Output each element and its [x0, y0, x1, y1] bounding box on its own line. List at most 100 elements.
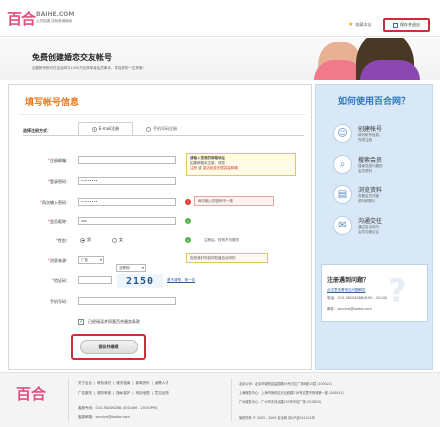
save-continue-label: 保存并继续 — [79, 340, 138, 354]
faq-link[interactable]: 点这里查看常见问题解答 — [327, 288, 366, 293]
confirm-error-tip: 两次输入的密码不一致 — [194, 196, 274, 206]
question-mark-icon: ? — [388, 272, 407, 310]
check-icon: ✓ — [185, 218, 191, 224]
sidebar-item-desc: 完成注册 — [358, 138, 372, 142]
footer-links-row2: 广告服务 | 服务条款 | 隐私保护 | 网站地图 | 意见反馈 — [78, 391, 169, 396]
footer-link[interactable]: 广告服务 — [78, 391, 92, 396]
footer-link[interactable]: 诚聘人才 — [155, 381, 169, 386]
method-label: 选择注册方式： — [23, 128, 51, 133]
radio-icon — [80, 237, 85, 243]
source-label: *消息来源： — [48, 258, 70, 263]
captcha-field[interactable] — [78, 276, 112, 284]
password-field[interactable]: •••••••• — [78, 177, 176, 185]
source-select-primary[interactable]: 广告 — [78, 256, 104, 264]
logo-slogan: 心灵相通 成就美满姻缘 — [36, 19, 73, 23]
tab-email-label: E-mail注册 — [98, 126, 120, 131]
agree-checkbox[interactable]: ✓ — [78, 319, 84, 325]
footer-link[interactable]: 关于百合 — [78, 381, 92, 386]
footer-address-guangzhou: 广州服务中心：广州市天河北路233号中信广场 (510620) — [239, 400, 322, 404]
email-label: *注册邮箱： — [48, 158, 70, 163]
captcha-label: *验证码： — [52, 278, 70, 283]
sidebar-item-desc: 会员沟通交往 — [358, 230, 379, 234]
sidebar-item-title: 创建帐号 — [358, 126, 383, 133]
agree-terms-text[interactable]: 已经阅读并同意百合服务条款 — [88, 319, 140, 325]
footer-link[interactable]: 网站地图 — [136, 391, 150, 396]
sidebar-item-communicate: ✉ 沟通交往 通过百合网与 会员沟通交往 — [333, 216, 382, 235]
tab-divider — [23, 135, 304, 136]
tab-mobile-label: 手机号码注册 — [153, 126, 177, 131]
save-exit-button[interactable]: 保存并退出 — [383, 18, 430, 32]
radio-icon — [91, 126, 97, 132]
source-hint: 告知我们你如何知道百合网的 — [186, 253, 268, 263]
radio-icon — [146, 126, 151, 132]
footer-email: 客服邮箱：service@baihe.com — [78, 415, 130, 419]
banner-couple-photo — [300, 38, 440, 80]
favorite-label: 收藏本站 — [355, 21, 372, 27]
footer-copyright: 版权所有 © 2005 - 2009 百合网 京ICP证041124号 — [239, 416, 315, 420]
footer-link[interactable]: 新闻资讯 — [136, 381, 150, 386]
footer-address-beijing: 北京公司：北京市朝阳区建国路93号万达广场B座10层 (100022) — [239, 382, 332, 386]
radio-icon — [112, 237, 117, 243]
user-icon: ☺ — [333, 124, 352, 143]
error-icon: ! — [185, 199, 191, 205]
footer-link[interactable]: 意见反馈 — [155, 391, 169, 396]
footer-address-shanghai: 上海服务中心：上海市静安区天目西路218号嘉里不夜城第一座 (200041) — [239, 391, 344, 395]
gender-label: *性别： — [56, 238, 70, 243]
footer-link[interactable]: 服务条款 — [97, 391, 111, 396]
save-exit-label: 保存并退出 — [400, 22, 420, 27]
source-select-secondary[interactable]: 互联网 — [116, 264, 146, 272]
gender-female-radio[interactable]: 女 — [112, 237, 123, 243]
logo-domain: BAIHE.COM — [36, 11, 75, 18]
email-field[interactable] — [78, 156, 176, 164]
footer-phone: 客服专线：010-58206288 (8:00AM - 20:00PM) — [78, 406, 158, 410]
divider — [231, 378, 232, 422]
site-logo[interactable]: 百合 — [7, 8, 36, 29]
tab-email-register[interactable]: E-mail注册 — [78, 122, 133, 136]
save-icon — [393, 22, 398, 28]
chat-icon: ✉ — [333, 216, 352, 235]
sidebar-item-title: 浏览资料 — [358, 187, 383, 194]
mobile-field[interactable] — [78, 297, 176, 305]
search-icon: ⌕ — [333, 155, 352, 174]
help-email: 邮件：service@baihe.com — [327, 307, 372, 311]
form-title: 填写帐号信息 — [25, 98, 80, 108]
captcha-refresh-link[interactable]: 看不清楚，换一张 — [167, 278, 195, 283]
register-mail-link[interactable]: 注册 — [190, 166, 197, 170]
email-tip: 请输入常用的邮箱地址 如果邮箱未注册，请您 注册 或 激活免费无限容量邮箱 — [186, 153, 296, 176]
site-footer — [0, 372, 440, 427]
confirm-password-label: *再次输入密码： — [40, 200, 70, 205]
sidebar-item-title: 搜索会员 — [358, 157, 383, 164]
banner-subtitle: 创建帐号即可在百合网与1500万优秀单身会员牵手，寻找您的一生挚爱! — [32, 66, 144, 70]
password-label: *登录密码： — [48, 179, 70, 184]
footer-link[interactable]: 联系我们 — [97, 381, 111, 386]
nickname-label: *会员昵称： — [48, 219, 70, 224]
sidebar-item-browse-profiles: ▤ 浏览资料 查看会员详细 资料和照片 — [333, 185, 382, 204]
sidebar-item-desc: 会员资料 — [358, 169, 372, 173]
help-box — [321, 264, 428, 322]
star-icon: ★ — [348, 21, 354, 28]
footer-link[interactable]: 服务指南 — [116, 381, 130, 386]
sidebar-item-desc: 资料和照片 — [358, 199, 376, 203]
check-icon: ✓ — [185, 237, 191, 243]
activate-mail-link[interactable]: 激活免费无限容量邮箱 — [203, 166, 238, 170]
divider — [18, 114, 306, 115]
footer-link[interactable]: 隐私保护 — [116, 391, 130, 396]
save-continue-button[interactable]: 保存并继续 — [71, 334, 146, 360]
divider — [68, 378, 69, 422]
captcha-image[interactable]: 2150 — [117, 274, 163, 288]
tab-mobile-register[interactable]: 手机号码注册 — [134, 122, 189, 136]
banner-title: 免费创建婚恋交友帐号 — [32, 53, 112, 62]
profile-icon: ▤ — [333, 185, 352, 204]
mobile-label: 手机号码： — [50, 299, 70, 304]
footer-links-row1: 关于百合 | 联系我们 | 服务指南 | 新闻资讯 | 诚聘人才 — [78, 381, 169, 386]
sidebar-title: 如何使用百合网？ — [337, 97, 410, 107]
sidebar-item-search-members: ⌕ 搜索会员 搜索您感兴趣的 会员资料 — [333, 155, 383, 174]
footer-logo: 百合 — [16, 385, 47, 403]
help-phone: 电话：010-58206288(8:00 - 20:00) — [327, 296, 388, 300]
confirm-password-field[interactable]: •••••••• — [78, 198, 176, 206]
nickname-field[interactable]: san — [78, 217, 176, 225]
help-title: 注册遇到问题？ — [327, 277, 370, 284]
favorite-link[interactable]: ★ 收藏本站 — [348, 21, 371, 28]
gender-hint: 注册后，性别不可更改 — [204, 238, 239, 242]
gender-male-radio[interactable]: 男 — [80, 237, 91, 243]
